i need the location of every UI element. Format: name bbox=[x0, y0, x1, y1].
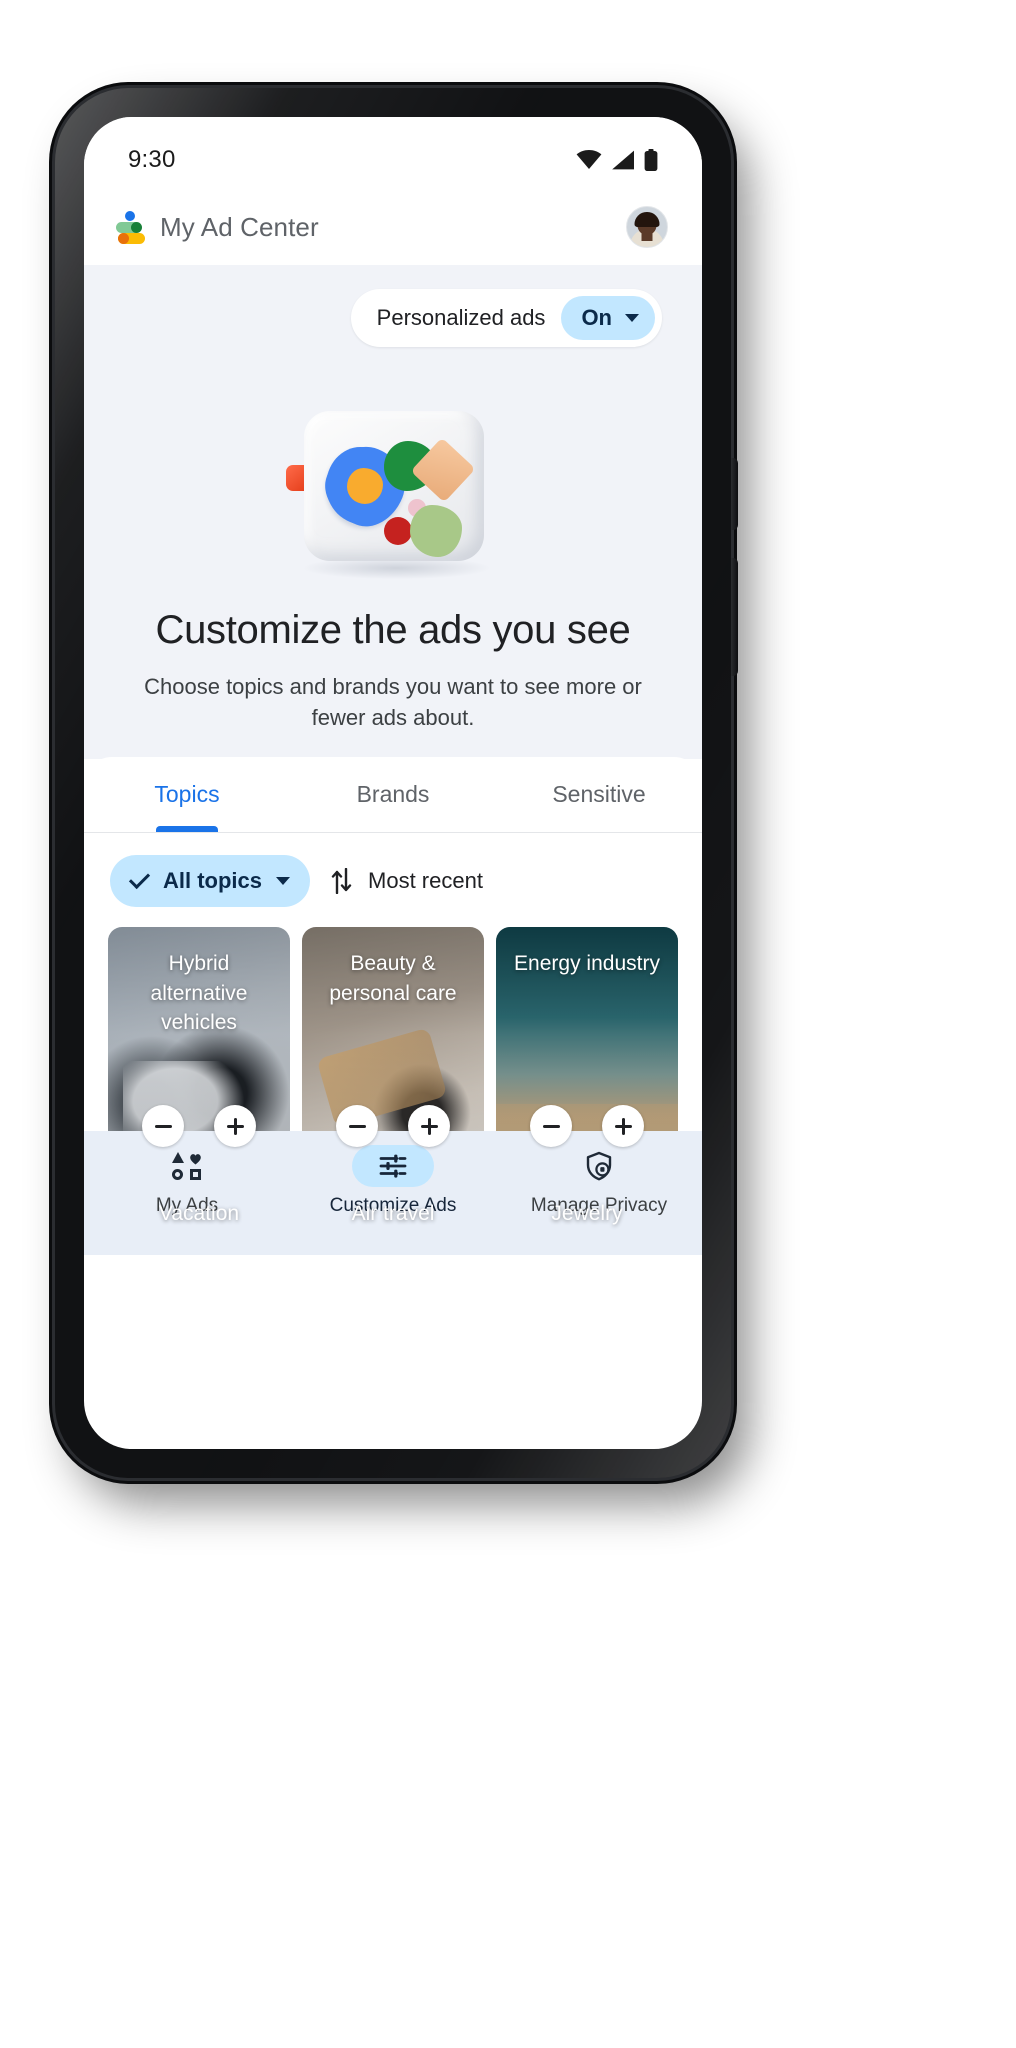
minus-icon bbox=[348, 1124, 366, 1128]
topic-card[interactable]: Hybrid alternative vehicles bbox=[108, 927, 290, 1166]
tab-brands-label: Brands bbox=[356, 781, 430, 808]
avatar[interactable] bbox=[626, 206, 668, 248]
shapes-icon bbox=[172, 1152, 202, 1181]
personalized-ads-value: On bbox=[581, 305, 612, 330]
tune-icon bbox=[379, 1155, 407, 1179]
shield-lock-icon bbox=[586, 1152, 612, 1181]
see-fewer-button[interactable] bbox=[336, 1105, 378, 1148]
heart-icon bbox=[190, 1154, 201, 1165]
bottom-navigation: My Ads Customize Ads Manage Privacy bbox=[84, 1131, 702, 1256]
battery-icon bbox=[644, 149, 658, 171]
phone-device-frame: 9:30 My Ad Center Personalized ads On Cu… bbox=[55, 88, 738, 1478]
topic-card-actions bbox=[302, 1105, 484, 1148]
app-title: My Ad Center bbox=[160, 211, 319, 242]
topic-card[interactable]: Beauty & personal care bbox=[302, 927, 484, 1166]
see-more-button[interactable] bbox=[408, 1105, 450, 1148]
status-bar: 9:30 bbox=[84, 117, 702, 189]
status-icons bbox=[576, 149, 658, 171]
phone-screen: 9:30 My Ad Center Personalized ads On Cu… bbox=[84, 117, 702, 1449]
all-topics-label: All topics bbox=[163, 868, 263, 894]
topic-card-title: Vacation bbox=[158, 1202, 240, 1226]
chevron-down-icon bbox=[276, 877, 291, 886]
all-topics-filter-chip[interactable]: All topics bbox=[110, 855, 311, 908]
see-fewer-button[interactable] bbox=[142, 1105, 184, 1148]
tab-sensitive[interactable]: Sensitive bbox=[496, 757, 702, 832]
plus-icon bbox=[226, 1117, 244, 1135]
page-subtitle: Choose topics and brands you want to see… bbox=[144, 674, 642, 731]
status-time: 9:30 bbox=[128, 146, 176, 173]
topic-card-grid: Hybrid alternative vehicles Beauty & per… bbox=[84, 927, 702, 1256]
plus-icon bbox=[614, 1117, 632, 1135]
power-button[interactable] bbox=[731, 558, 738, 676]
tab-topics-label: Topics bbox=[154, 781, 220, 808]
tab-topics[interactable]: Topics bbox=[84, 757, 290, 832]
topic-card-title: Beauty & personal care bbox=[329, 952, 457, 1005]
light-green-blob-shape bbox=[410, 505, 462, 557]
hero-section: Personalized ads On Customize the ads yo… bbox=[84, 265, 702, 760]
topic-card-title: Jewelry bbox=[551, 1202, 623, 1226]
sort-label: Most recent bbox=[368, 868, 483, 894]
personalized-ads-label: Personalized ads bbox=[376, 305, 546, 330]
illustration-box bbox=[304, 411, 484, 561]
minus-icon bbox=[154, 1124, 172, 1128]
my-ad-center-logo-icon bbox=[116, 211, 146, 244]
see-more-button[interactable] bbox=[214, 1105, 256, 1148]
screenshot-stage: 9:30 My Ad Center Personalized ads On Cu… bbox=[0, 0, 1016, 2048]
volume-button[interactable] bbox=[731, 458, 738, 530]
tab-brands[interactable]: Brands bbox=[290, 757, 496, 832]
see-more-button[interactable] bbox=[602, 1105, 644, 1148]
topic-card-title: Hybrid alternative vehicles bbox=[150, 952, 248, 1035]
red-dot-shape bbox=[384, 517, 412, 545]
tab-bar: Topics Brands Sensitive bbox=[84, 757, 702, 834]
topic-card[interactable]: Energy industry bbox=[496, 927, 678, 1166]
check-icon bbox=[128, 868, 151, 890]
topic-card-actions bbox=[496, 1105, 678, 1148]
topic-card-title: Energy industry bbox=[514, 952, 660, 976]
see-fewer-button[interactable] bbox=[530, 1105, 572, 1148]
sort-swap-icon bbox=[331, 868, 352, 895]
signal-icon bbox=[612, 150, 634, 170]
personalized-ads-toggle[interactable]: On bbox=[561, 296, 655, 340]
personalized-ads-row: Personalized ads On bbox=[84, 265, 702, 347]
app-bar: My Ad Center bbox=[84, 189, 702, 265]
page-title: Customize the ads you see bbox=[155, 608, 631, 652]
personalized-ads-chip[interactable]: Personalized ads On bbox=[350, 289, 662, 347]
hero-illustration bbox=[84, 373, 702, 603]
minus-icon bbox=[542, 1124, 560, 1128]
content-sheet: Topics Brands Sensitive All topics Most … bbox=[84, 757, 702, 1256]
topic-card-actions bbox=[108, 1105, 290, 1148]
topic-card-title: Air travel bbox=[351, 1202, 435, 1226]
plus-icon bbox=[420, 1117, 438, 1135]
filter-row: All topics Most recent bbox=[84, 833, 702, 927]
chevron-down-icon bbox=[625, 314, 639, 322]
sort-control[interactable]: Most recent bbox=[330, 868, 483, 895]
tab-sensitive-label: Sensitive bbox=[552, 781, 646, 808]
wifi-icon bbox=[576, 150, 602, 169]
